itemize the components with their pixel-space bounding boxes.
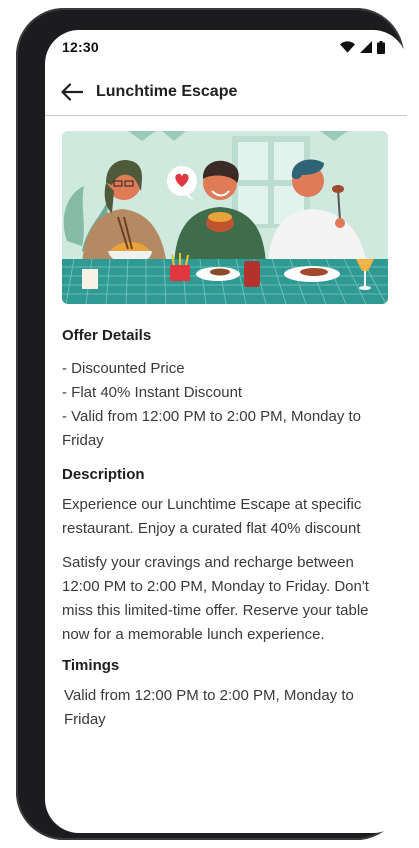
offer-details-title: Offer Details bbox=[62, 327, 152, 344]
status-icons bbox=[340, 40, 385, 54]
back-button[interactable] bbox=[60, 80, 84, 104]
offer-detail-item: - Discounted Price bbox=[62, 360, 185, 377]
description-title: Description bbox=[62, 466, 145, 483]
app-bar: Lunchtime Escape bbox=[45, 68, 407, 116]
timings-title: Timings bbox=[62, 657, 120, 674]
timings-text: Valid from 12:00 PM to 2:00 PM, Monday t… bbox=[64, 687, 354, 728]
battery-icon bbox=[377, 40, 385, 54]
hero-illustration bbox=[62, 131, 388, 304]
status-bar: 12:30 bbox=[45, 30, 407, 64]
cellular-signal-icon bbox=[360, 41, 372, 53]
offer-detail-item: - Flat 40% Instant Discount bbox=[62, 384, 243, 401]
wifi-icon bbox=[340, 41, 355, 53]
screen: 12:30 Lunchtime Escape Offer Details - D… bbox=[45, 30, 407, 833]
offer-content: Offer Details - Discounted Price - Flat … bbox=[62, 131, 392, 732]
offer-details-list: - Discounted Price - Flat 40% Instant Di… bbox=[62, 357, 392, 453]
people-dining-illustration bbox=[62, 131, 388, 304]
status-time: 12:30 bbox=[62, 39, 99, 55]
description-paragraph: Experience our Lunchtime Escape at speci… bbox=[62, 496, 362, 537]
phone-frame: 12:30 Lunchtime Escape Offer Details - D… bbox=[16, 8, 407, 840]
offer-detail-item: - Valid from 12:00 PM to 2:00 PM, Monday… bbox=[62, 408, 362, 449]
arrow-left-icon bbox=[61, 82, 83, 101]
page-title: Lunchtime Escape bbox=[96, 82, 238, 100]
description-paragraph: Satisfy your cravings and recharge betwe… bbox=[62, 554, 369, 643]
